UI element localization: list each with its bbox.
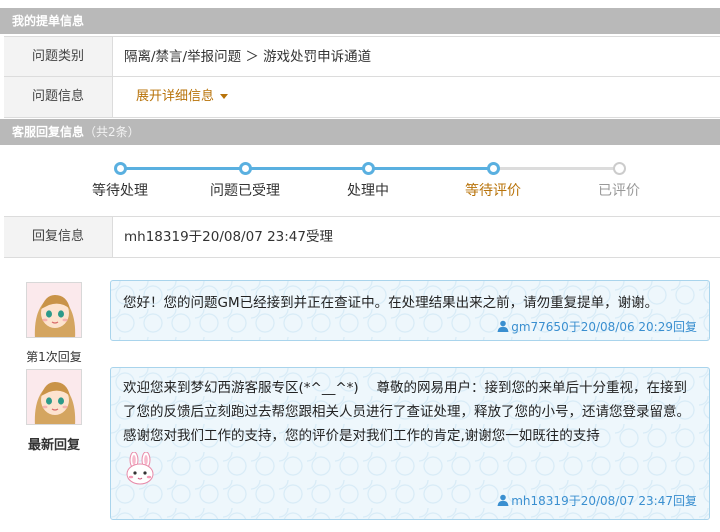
reply-meta-text: gm77650于20/08/06 20:29回复 xyxy=(511,320,697,334)
progress-step-label: 等待处理 xyxy=(92,183,148,199)
progress-step-dot xyxy=(612,162,626,175)
avatar xyxy=(26,369,82,425)
progress-step-dot xyxy=(361,162,375,175)
progress-step-label: 等待评价 xyxy=(465,183,521,199)
reply-meta-text: mh18319于20/08/07 23:47回复 xyxy=(511,494,697,508)
info-row: 问题信息 展开详细信息 xyxy=(4,77,720,118)
expand-details-label: 展开详细信息 xyxy=(136,89,215,104)
user-icon xyxy=(497,320,509,332)
reply-bubble: 您好！您的问题GM已经接到并正在查证中。在处理结果出来之前，请勿重复提单，谢谢。… xyxy=(110,280,710,341)
reply-tag-latest: 最新回复 xyxy=(27,438,80,453)
section-header-replies: 客服回复信息（共2条） xyxy=(0,119,720,145)
progress-step-dot xyxy=(238,162,252,175)
reply-meta: gm77650于20/08/06 20:29回复 xyxy=(497,318,697,335)
avatar xyxy=(26,282,82,338)
reply-info-label: 回复信息 xyxy=(4,217,113,257)
reply-info-value: mh18319于20/08/07 23:47受理 xyxy=(124,229,333,245)
reply-meta: mh18319于20/08/07 23:47回复 xyxy=(497,492,697,509)
reply-text: 欢迎您来到梦幻西游客服专区(*^__^*) 尊敬的网易用户：接到您的来单后十分重… xyxy=(123,380,702,444)
progress-step-label: 已评价 xyxy=(598,183,640,199)
progress-step-dot xyxy=(113,162,127,175)
progress-step-label: 问题已受理 xyxy=(210,183,280,199)
reply-info-row: 回复信息 mh18319于20/08/07 23:47受理 xyxy=(4,217,720,258)
info-label: 问题信息 xyxy=(4,77,113,117)
user-icon xyxy=(497,494,509,506)
bunny-sticker-icon xyxy=(123,451,157,486)
caret-down-icon xyxy=(220,94,229,99)
progress-track-done xyxy=(116,167,493,170)
progress-step-dot xyxy=(486,162,500,175)
expand-details-link[interactable]: 展开详细信息 xyxy=(136,77,229,117)
category-value: 隔离/禁言/举报问题 ＞ 游戏处罚申诉通道 xyxy=(124,49,372,65)
progress-steps: 等待处理 问题已受理 处理中 等待评价 已评价 xyxy=(4,148,720,217)
avatar-icon xyxy=(27,370,81,424)
reply-tag: 第1次回复 xyxy=(26,350,82,364)
reply-bubble: 欢迎您来到梦幻西游客服专区(*^__^*) 尊敬的网易用户：接到您的来单后十分重… xyxy=(110,367,710,520)
reply-text: 您好！您的问题GM已经接到并正在查证中。在处理结果出来之前，请勿重复提单，谢谢。 xyxy=(123,295,659,311)
section-title: 客服回复信息 xyxy=(12,125,85,139)
section-header-ticket: 我的提单信息 xyxy=(0,8,720,34)
progress-track-todo xyxy=(493,167,619,170)
category-row: 问题类别 隔离/禁言/举报问题 ＞ 游戏处罚申诉通道 xyxy=(4,36,720,77)
progress-step-label: 处理中 xyxy=(347,183,389,199)
avatar-icon xyxy=(27,283,81,337)
category-label: 问题类别 xyxy=(4,37,113,76)
section-title: 我的提单信息 xyxy=(12,14,85,28)
reply-count: （共2条） xyxy=(84,125,140,139)
